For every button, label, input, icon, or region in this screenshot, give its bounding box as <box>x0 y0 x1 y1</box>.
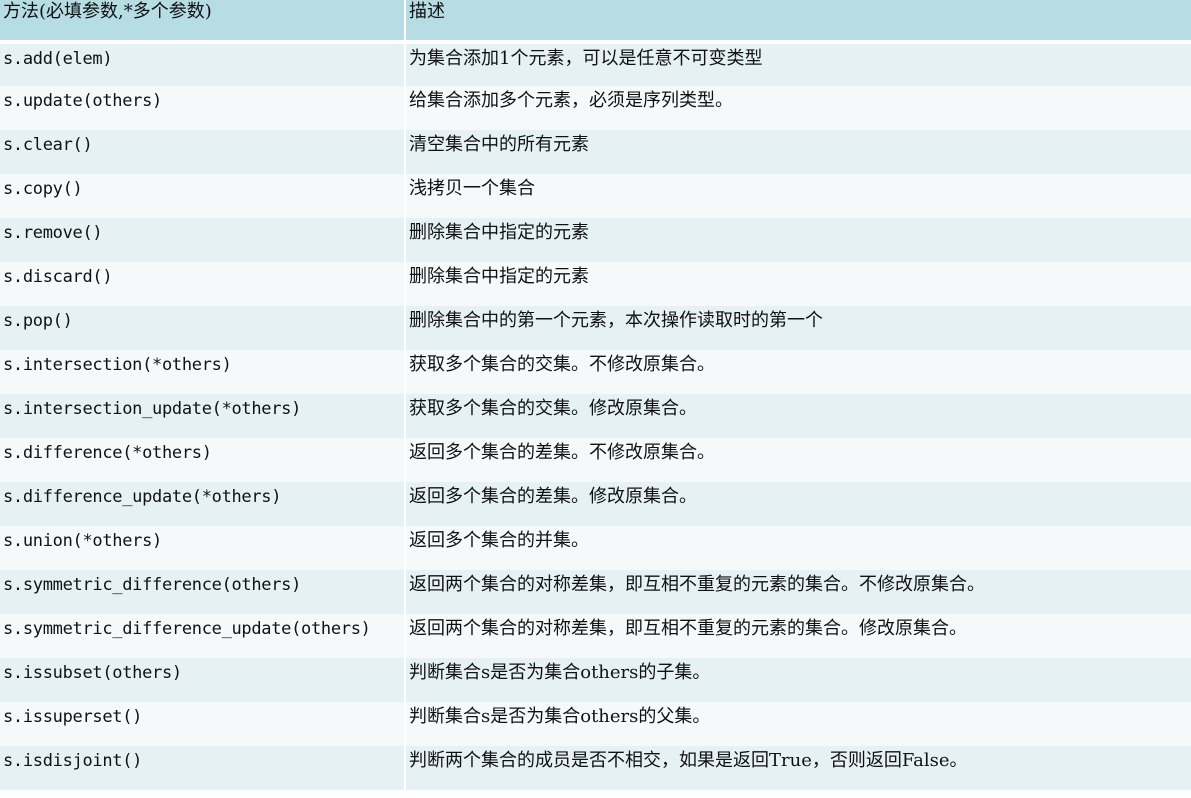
description-cell: 获取多个集合的交集。修改原集合。 <box>404 394 1191 438</box>
description-cell: 返回多个集合的差集。修改原集合。 <box>404 482 1191 526</box>
description-cell: 返回两个集合的对称差集，即互相不重复的元素的集合。不修改原集合。 <box>404 570 1191 614</box>
table-row: s.issubset(others) 判断集合s是否为集合others的子集。 <box>0 658 1191 702</box>
header-row: 方法(必填参数,*多个参数) 描述 <box>0 0 1191 44</box>
method-cell: s.difference(*others) <box>0 438 405 482</box>
description-cell: 删除集合中指定的元素 <box>404 218 1191 262</box>
table-row: s.symmetric_difference_update(others) 返回两… <box>0 614 1191 658</box>
description-cell: 给集合添加多个元素，必须是序列类型。 <box>404 86 1191 130</box>
description-cell: 删除集合中指定的元素 <box>404 262 1191 306</box>
method-cell: s.copy() <box>0 174 405 218</box>
set-methods-table: 方法(必填参数,*多个参数) 描述 s.add(elem) 为集合添加1个元素，可… <box>0 0 1191 790</box>
table-row: s.intersection_update(*others) 获取多个集合的交集。… <box>0 394 1191 438</box>
table-row: s.discard() 删除集合中指定的元素 <box>0 262 1191 306</box>
table-row: s.intersection(*others) 获取多个集合的交集。不修改原集合。 <box>0 350 1191 394</box>
table-row: s.difference_update(*others) 返回多个集合的差集。修改… <box>0 482 1191 526</box>
method-cell: s.clear() <box>0 130 405 174</box>
table-row: s.add(elem) 为集合添加1个元素，可以是任意不可变类型 <box>0 42 1191 86</box>
table-row: s.copy() 浅拷贝一个集合 <box>0 174 1191 218</box>
method-cell: s.symmetric_difference_update(others) <box>0 614 405 658</box>
set-methods-table-wrap: 方法(必填参数,*多个参数) 描述 s.add(elem) 为集合添加1个元素，可… <box>0 0 1191 798</box>
header-description: 描述 <box>404 0 1191 44</box>
description-cell: 返回两个集合的对称差集，即互相不重复的元素的集合。修改原集合。 <box>404 614 1191 658</box>
method-cell: s.add(elem) <box>0 42 405 86</box>
description-cell: 获取多个集合的交集。不修改原集合。 <box>404 350 1191 394</box>
method-cell: s.union(*others) <box>0 526 405 570</box>
description-cell: 判断集合s是否为集合others的父集。 <box>404 702 1191 746</box>
table-row: s.union(*others) 返回多个集合的并集。 <box>0 526 1191 570</box>
table-row: s.issuperset() 判断集合s是否为集合others的父集。 <box>0 702 1191 746</box>
description-cell: 判断集合s是否为集合others的子集。 <box>404 658 1191 702</box>
header-method: 方法(必填参数,*多个参数) <box>0 0 405 44</box>
description-cell: 删除集合中的第一个元素，本次操作读取时的第一个 <box>404 306 1191 350</box>
method-cell: s.symmetric_difference(others) <box>0 570 405 614</box>
description-cell: 清空集合中的所有元素 <box>404 130 1191 174</box>
method-cell: s.pop() <box>0 306 405 350</box>
method-cell: s.intersection_update(*others) <box>0 394 405 438</box>
description-cell: 返回多个集合的并集。 <box>404 526 1191 570</box>
description-cell: 为集合添加1个元素，可以是任意不可变类型 <box>404 42 1191 86</box>
table-row: s.difference(*others) 返回多个集合的差集。不修改原集合。 <box>0 438 1191 482</box>
method-cell: s.update(others) <box>0 86 405 130</box>
table-row: s.isdisjoint() 判断两个集合的成员是否不相交，如果是返回True，否… <box>0 746 1191 790</box>
table-row: s.clear() 清空集合中的所有元素 <box>0 130 1191 174</box>
table-body: s.add(elem) 为集合添加1个元素，可以是任意不可变类型 s.update(… <box>0 42 1191 790</box>
method-cell: s.intersection(*others) <box>0 350 405 394</box>
method-cell: s.issubset(others) <box>0 658 405 702</box>
description-cell: 返回多个集合的差集。不修改原集合。 <box>404 438 1191 482</box>
method-cell: s.discard() <box>0 262 405 306</box>
table-row: s.remove() 删除集合中指定的元素 <box>0 218 1191 262</box>
method-cell: s.issuperset() <box>0 702 405 746</box>
method-cell: s.difference_update(*others) <box>0 482 405 526</box>
method-cell: s.remove() <box>0 218 405 262</box>
table-row: s.pop() 删除集合中的第一个元素，本次操作读取时的第一个 <box>0 306 1191 350</box>
table-row: s.symmetric_difference(others) 返回两个集合的对称差… <box>0 570 1191 614</box>
description-cell: 浅拷贝一个集合 <box>404 174 1191 218</box>
table-row: s.update(others) 给集合添加多个元素，必须是序列类型。 <box>0 86 1191 130</box>
method-cell: s.isdisjoint() <box>0 746 405 790</box>
description-cell: 判断两个集合的成员是否不相交，如果是返回True，否则返回False。 <box>404 746 1191 790</box>
